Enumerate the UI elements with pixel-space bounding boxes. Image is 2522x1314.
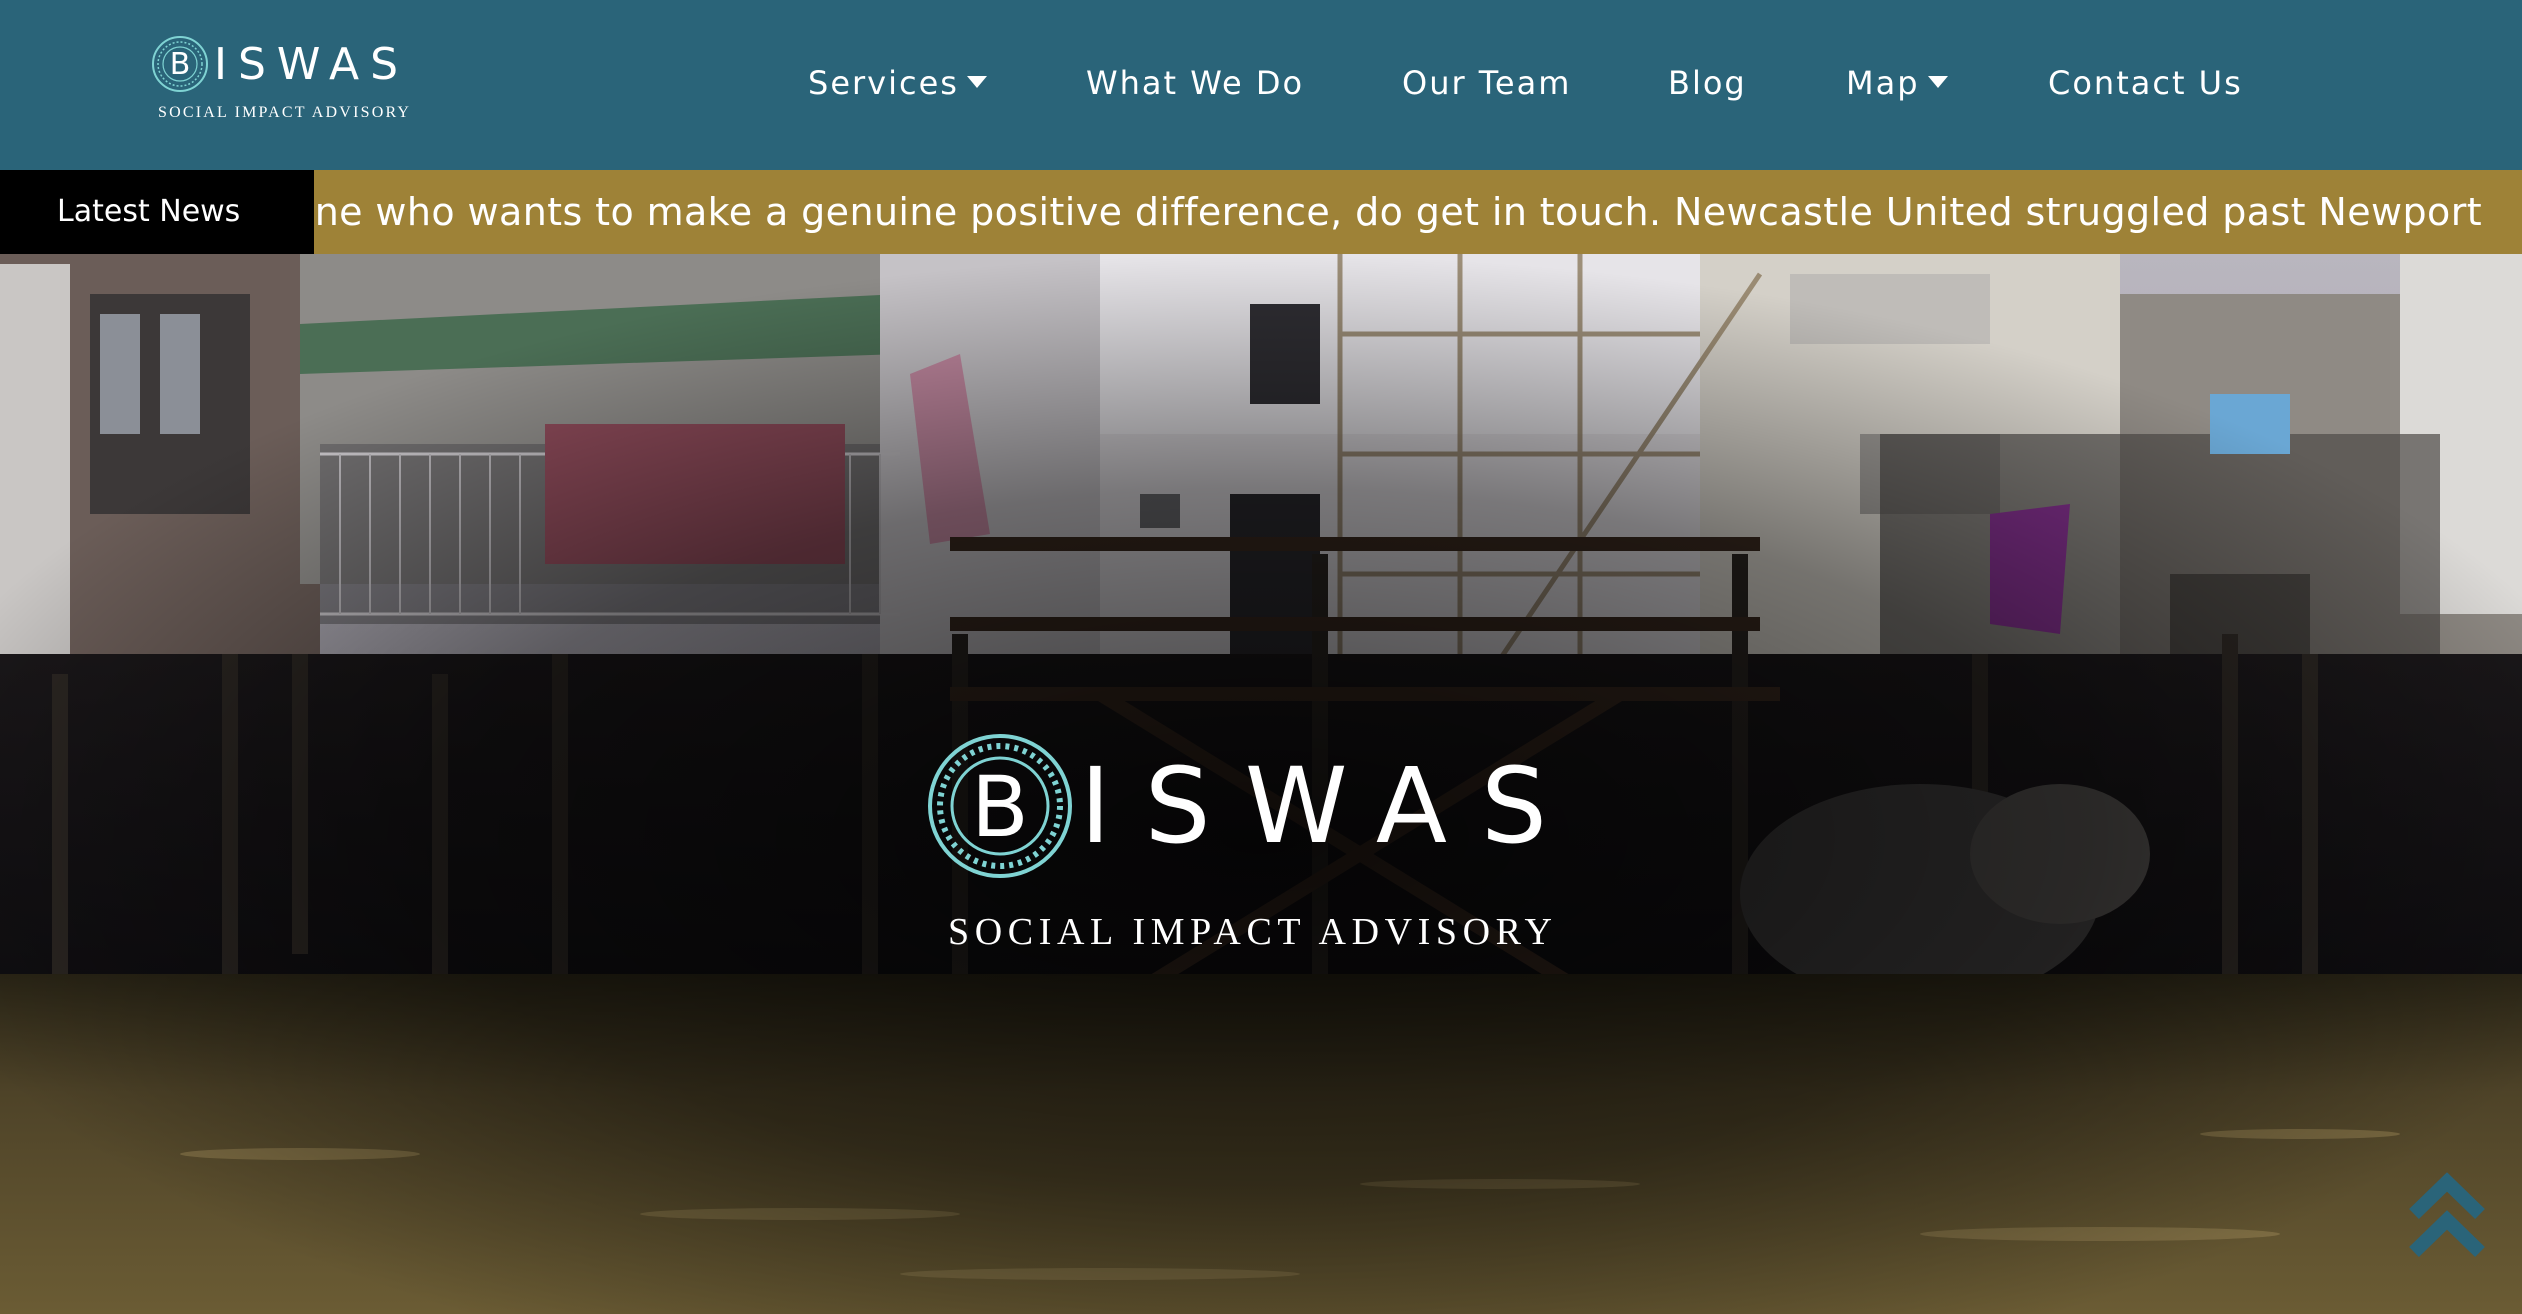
nav-item-label: Our Team — [1402, 64, 1572, 102]
nav-item-label: Services — [808, 64, 959, 102]
hero-brand-name: ISWAS — [1080, 745, 1581, 867]
hero-tagline: SOCIAL IMPACT ADVISORY — [948, 911, 1558, 953]
hero-logo: B ISWAS SOCIAL IMPACT ADVISORY — [926, 732, 1606, 962]
nav-item-label: Contact Us — [2048, 64, 2243, 102]
ticker-label: Latest News — [0, 170, 314, 254]
nav-item-label: Map — [1846, 64, 1920, 102]
nav-item-services[interactable]: Services — [808, 58, 987, 108]
caret-down-icon — [1927, 76, 1948, 88]
ornamental-circle-b-icon: B — [928, 734, 1072, 878]
nav-item-our-team[interactable]: Our Team — [1402, 58, 1571, 108]
double-chevron-up-icon[interactable] — [2408, 1168, 2486, 1260]
nav-item-what-we-do[interactable]: What We Do — [1086, 58, 1304, 108]
nav-item-contact-us[interactable]: Contact Us — [2048, 58, 2243, 108]
news-ticker: Latest News someone who wants to make a … — [0, 170, 2522, 254]
hero-initial: B — [971, 758, 1029, 856]
nav-item-label: What We Do — [1086, 64, 1305, 102]
main-nav: Services What We Do Our Team Blog Map Co… — [0, 0, 2522, 170]
ticker-text[interactable]: someone who wants to make a genuine posi… — [314, 170, 2482, 254]
hero-banner: B ISWAS SOCIAL IMPACT ADVISORY — [0, 254, 2522, 1314]
nav-item-label: Blog — [1668, 64, 1747, 102]
nav-item-map[interactable]: Map — [1846, 58, 1948, 108]
site-header: B ISWAS SOCIAL IMPACT ADVISORY Services … — [0, 0, 2522, 170]
nav-item-blog[interactable]: Blog — [1668, 58, 1747, 108]
caret-down-icon — [966, 76, 987, 88]
ticker-track: someone who wants to make a genuine posi… — [314, 170, 2522, 254]
